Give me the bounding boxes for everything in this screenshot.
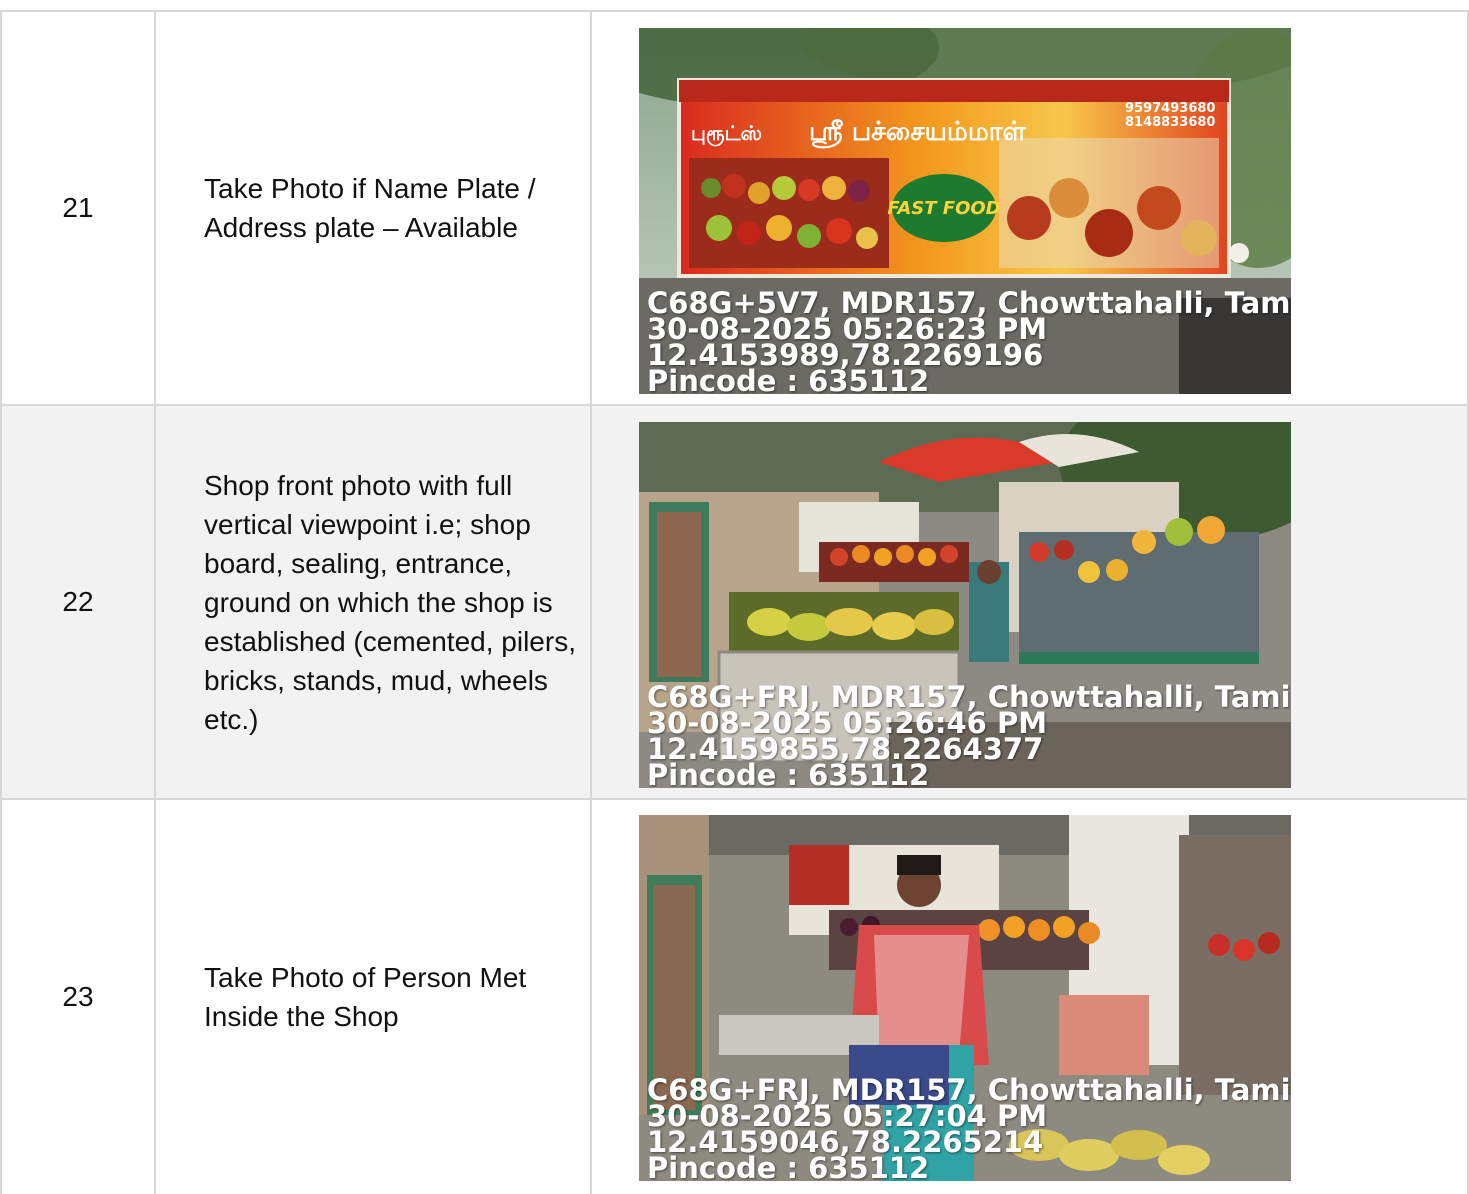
name-plate-photo[interactable]: புரூட்ஸ் ஸ்ரீ பச்சையம்மாள் 9597493680 81…	[639, 27, 1291, 394]
table-row: 23 Take Photo of Person Met Inside the S…	[0, 798, 1469, 1194]
photo-cell: புரூட்ஸ் ஸ்ரீ பச்சையம்மாள் 9597493680 81…	[590, 10, 1469, 406]
signboard-phone-1: 9597493680	[1125, 101, 1215, 116]
row-number: 21	[0, 10, 156, 406]
signboard-name-main: ஸ்ரீ பச்சையம்மாள்	[809, 117, 1026, 149]
photo-cell: C68G+FRJ, MDR157, Chowttahalli, Tamil Na…	[590, 798, 1469, 1194]
geo-stamp: C68G+FRJ, MDR157, Chowttahalli, Tamil Na…	[647, 684, 1291, 788]
table-row: 22 Shop front photo with full vertical v…	[0, 404, 1469, 800]
row-description: Take Photo if Name Plate / Address plate…	[154, 10, 592, 406]
verification-table: 21 Take Photo if Name Plate / Address pl…	[0, 10, 1469, 1194]
row-description: Take Photo of Person Met Inside the Shop	[154, 798, 592, 1194]
row-number: 22	[0, 404, 156, 800]
signboard-phone-2: 8148833680	[1125, 115, 1215, 130]
geo-stamp: C68G+5V7, MDR157, Chowttahalli, Tamil Na…	[647, 290, 1291, 394]
signboard-badge: FAST FOOD	[887, 198, 1000, 219]
row-number: 23	[0, 798, 156, 1194]
table-row: 21 Take Photo if Name Plate / Address pl…	[0, 10, 1469, 406]
row-description: Shop front photo with full vertical view…	[154, 404, 592, 800]
person-met-photo[interactable]: C68G+FRJ, MDR157, Chowttahalli, Tamil Na…	[639, 815, 1291, 1181]
photo-cell: C68G+FRJ, MDR157, Chowttahalli, Tamil Na…	[590, 404, 1469, 800]
geo-stamp: C68G+FRJ, MDR157, Chowttahalli, Tamil Na…	[647, 1077, 1291, 1181]
shop-front-photo[interactable]: C68G+FRJ, MDR157, Chowttahalli, Tamil Na…	[639, 421, 1291, 788]
signboard-name-left: புரூட்ஸ்	[691, 121, 762, 147]
